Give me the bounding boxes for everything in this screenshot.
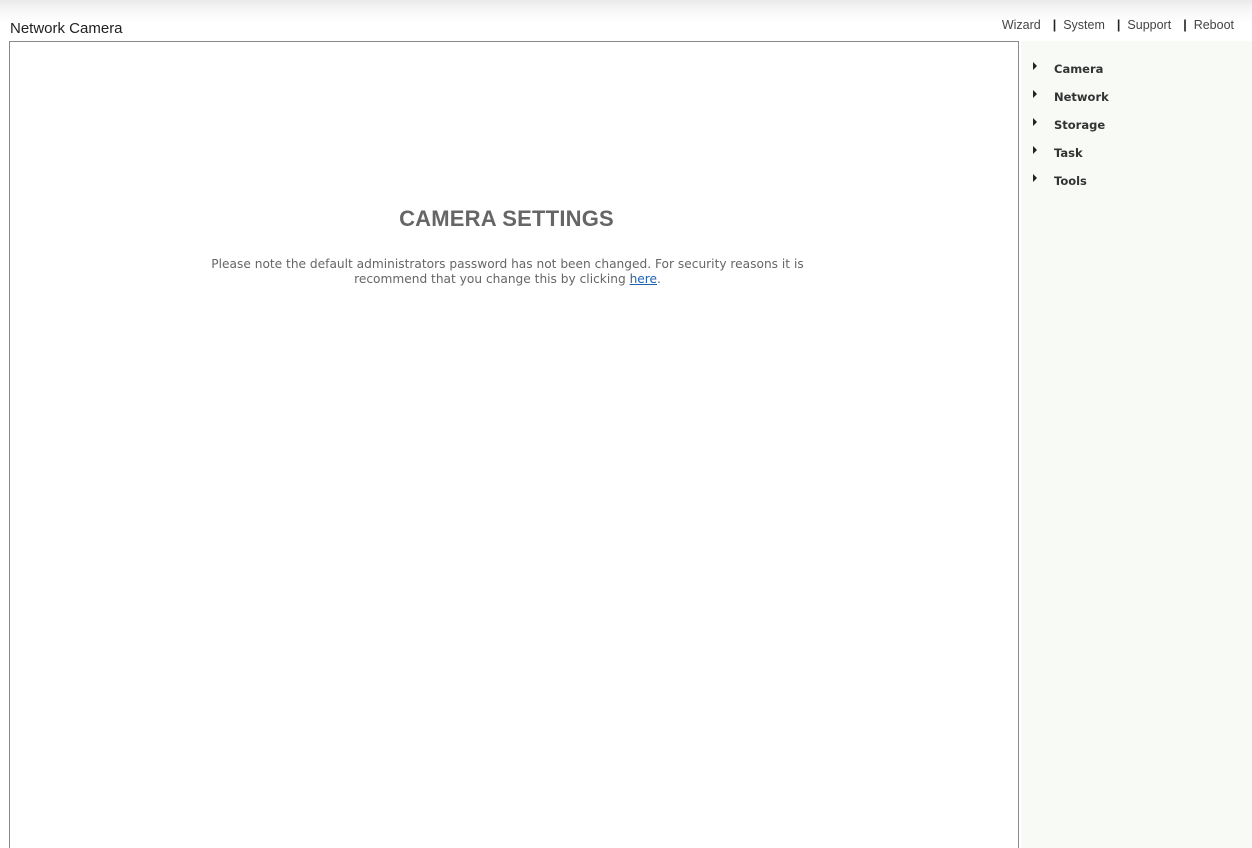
nav-support-link[interactable]: Support [1127, 17, 1171, 33]
caret-right-icon [1033, 90, 1037, 98]
password-notice: Please note the default administrators p… [200, 257, 815, 287]
page-heading: CAMERA SETTINGS [399, 206, 614, 231]
sidebar-item-storage[interactable]: Storage [1033, 111, 1109, 139]
notice-end: . [657, 272, 661, 286]
sidebar-item-label: Storage [1054, 118, 1106, 132]
sidebar-menu: Camera Network Storage Task Tools [1033, 55, 1109, 195]
page: Network Camera Wizard | System | Support… [0, 0, 1252, 848]
sidebar-item-network[interactable]: Network [1033, 83, 1109, 111]
notice-text: Please note the default administrators p… [211, 257, 804, 286]
caret-right-icon [1033, 62, 1037, 70]
sidebar-item-label: Camera [1054, 62, 1104, 76]
sidebar-item-task[interactable]: Task [1033, 139, 1109, 167]
content-frame: CAMERA SETTINGS Please note the default … [9, 41, 1019, 848]
nav-separator: | [1183, 18, 1187, 32]
top-nav: Wizard | System | Support | Reboot [1002, 17, 1234, 33]
caret-right-icon [1033, 118, 1037, 126]
nav-system-link[interactable]: System [1063, 17, 1105, 33]
nav-reboot-link[interactable]: Reboot [1194, 17, 1234, 33]
sidebar-item-tools[interactable]: Tools [1033, 167, 1109, 195]
caret-right-icon [1033, 146, 1037, 154]
nav-separator: | [1052, 18, 1057, 32]
sidebar-item-label: Task [1054, 146, 1083, 160]
sidebar: Camera Network Storage Task Tools [1021, 41, 1252, 848]
sidebar-item-label: Tools [1054, 174, 1087, 188]
nav-wizard-link[interactable]: Wizard [1002, 17, 1041, 33]
sidebar-item-camera[interactable]: Camera [1033, 55, 1109, 83]
sidebar-item-label: Network [1054, 90, 1109, 104]
caret-right-icon [1033, 174, 1037, 182]
change-password-link[interactable]: here [630, 272, 657, 286]
nav-separator: | [1116, 18, 1121, 32]
app-title: Network Camera [10, 20, 123, 37]
top-bar: Network Camera Wizard | System | Support… [0, 0, 1252, 42]
